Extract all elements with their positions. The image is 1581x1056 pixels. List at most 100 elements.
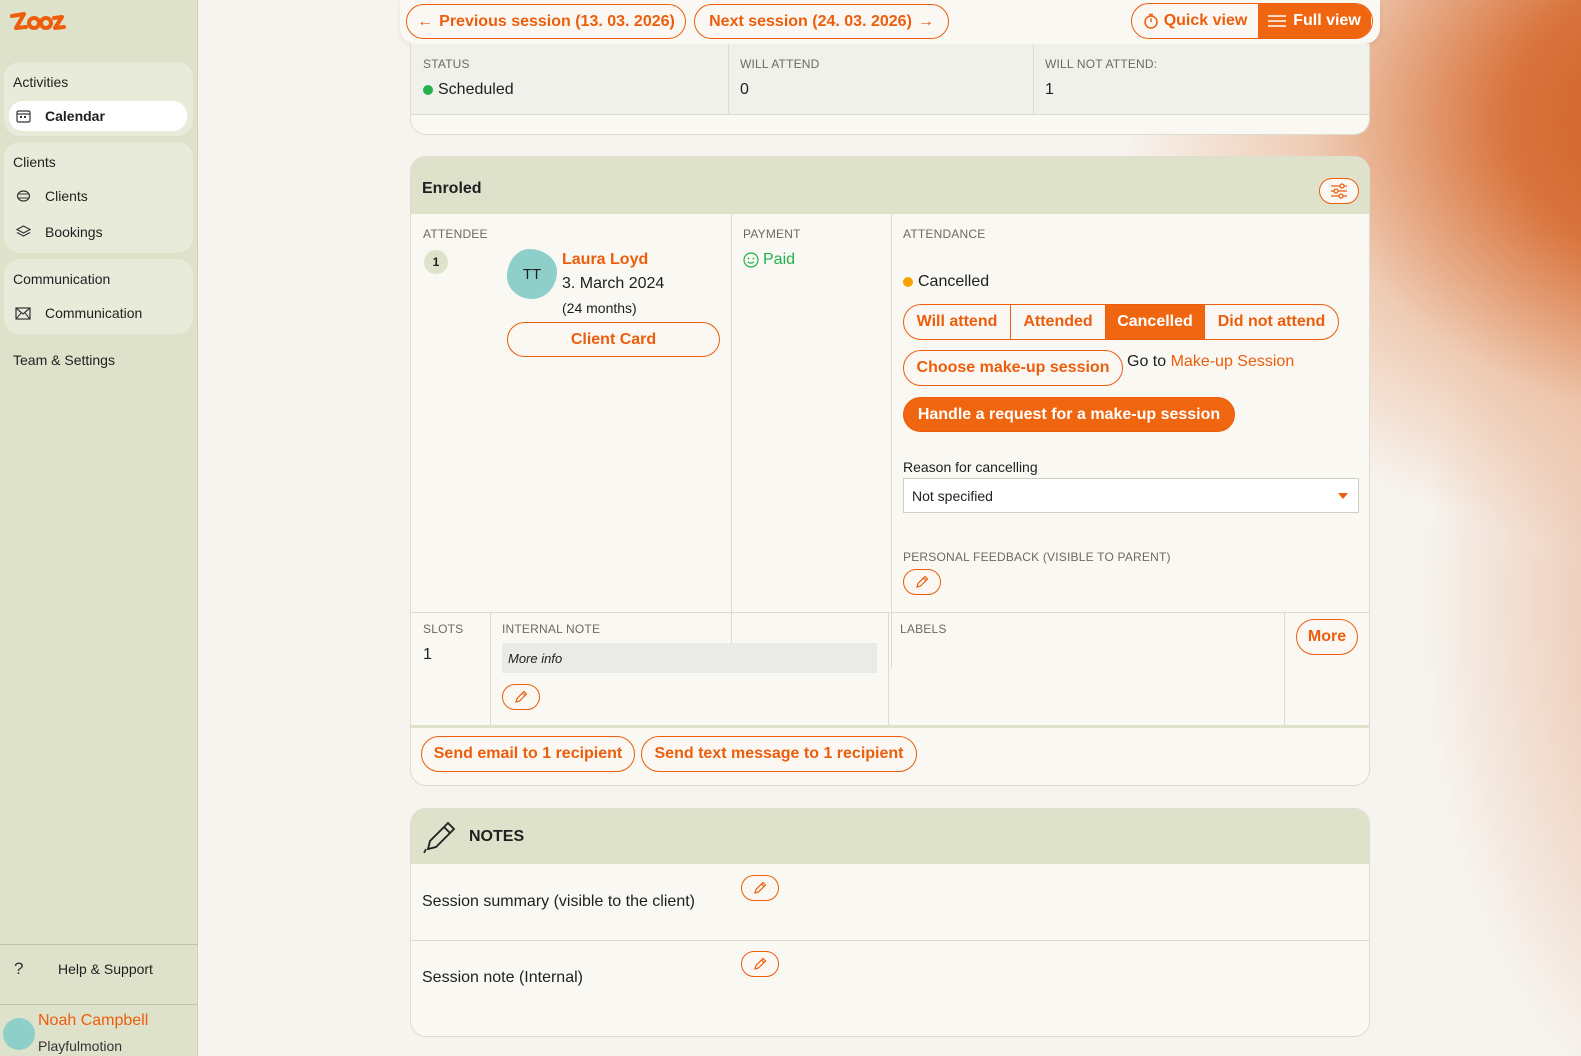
attendance-status-text: Cancelled	[918, 273, 990, 290]
help-support-link[interactable]: ? Help & Support	[0, 956, 198, 982]
session-summary-label: Session summary (visible to the client)	[422, 893, 695, 910]
filter-settings-button[interactable]	[1319, 178, 1359, 204]
client-card-button[interactable]: Client Card	[507, 322, 720, 357]
nav-group-activities: Activities Calendar	[4, 62, 193, 136]
sidebar-divider	[0, 1004, 198, 1005]
payment-label: PAYMENT	[743, 227, 801, 241]
sidebar-item-label: Communication	[45, 305, 143, 321]
sliders-icon	[1330, 183, 1348, 199]
goto-prefix: Go to	[1127, 353, 1167, 370]
slots-label: SLOTS	[423, 622, 464, 636]
sidebar-item-team-settings[interactable]: Team & Settings	[13, 352, 115, 368]
notes-card: NOTES Session summary (visible to the cl…	[410, 808, 1370, 1037]
will-attend-value: 0	[740, 81, 749, 98]
sidebar-item-communication[interactable]: Communication	[9, 298, 187, 328]
sidebar: Activities Calendar Clients Clients Book…	[0, 0, 198, 1056]
help-label: Help & Support	[58, 961, 153, 977]
divider	[1284, 612, 1285, 725]
edit-feedback-button[interactable]	[903, 569, 941, 595]
will-attend-label: WILL ATTEND	[740, 57, 820, 71]
quick-view-label: Quick view	[1163, 12, 1248, 29]
will-not-attend-value: 1	[1045, 81, 1054, 98]
user-name[interactable]: Noah Campbell	[38, 1012, 148, 1030]
will-not-attend-label: WILL NOT ATTEND:	[1045, 57, 1158, 71]
pencil-icon	[752, 880, 768, 896]
status-text: Scheduled	[438, 81, 514, 98]
sidebar-item-clients[interactable]: Clients	[9, 181, 187, 211]
clients-icon	[15, 188, 31, 204]
attended-option[interactable]: Attended	[1011, 305, 1106, 339]
handle-makeup-request-button[interactable]: Handle a request for a make-up session	[903, 397, 1235, 432]
quick-view-button[interactable]: Quick view	[1132, 4, 1258, 38]
payment-status-text: Paid	[763, 251, 796, 268]
arrow-right-icon: →	[917, 12, 934, 30]
more-button[interactable]: More	[1296, 619, 1358, 655]
attendee-name-link[interactable]: Laura Loyd	[562, 251, 648, 269]
divider	[728, 44, 729, 114]
send-email-button[interactable]: Send email to 1 recipient	[421, 736, 635, 772]
arrow-left-icon: ←	[417, 12, 434, 30]
full-view-label: Full view	[1293, 12, 1361, 29]
internal-note-value: More info	[502, 643, 877, 673]
send-text-button[interactable]: Send text message to 1 recipient	[641, 736, 917, 772]
sidebar-item-calendar[interactable]: Calendar	[9, 101, 187, 131]
attendee-birthdate: 3. March 2024	[562, 275, 665, 292]
summary-row	[411, 44, 1369, 114]
pencil-icon	[513, 689, 529, 705]
timer-icon	[1143, 13, 1159, 29]
sidebar-item-label: Calendar	[45, 108, 105, 124]
status-label: STATUS	[423, 57, 470, 71]
nav-group-communication: Communication Communication	[4, 259, 193, 334]
sidebar-divider	[0, 944, 198, 945]
full-view-button[interactable]: Full view	[1258, 4, 1371, 38]
pencil-icon	[752, 956, 768, 972]
edit-internal-note-button[interactable]	[502, 684, 540, 710]
divider	[411, 612, 1369, 613]
notes-title: NOTES	[469, 828, 525, 845]
choose-makeup-button[interactable]: Choose make-up session	[903, 350, 1123, 386]
labels-label: LABELS	[900, 622, 947, 636]
avatar[interactable]: TT	[507, 249, 557, 299]
session-summary-card: STATUS Scheduled WILL ATTEND 0 WILL NOT …	[410, 44, 1370, 135]
attendance-label: ATTENDANCE	[903, 227, 986, 241]
avatar[interactable]	[3, 1018, 35, 1050]
next-session-button[interactable]: Next session (24. 03. 2026) →	[694, 4, 949, 39]
attendee-label: ATTENDEE	[423, 227, 488, 241]
enroled-header	[411, 157, 1369, 214]
edit-session-note-button[interactable]	[741, 951, 779, 977]
layers-icon	[15, 224, 31, 240]
zooza-logo[interactable]	[10, 8, 68, 36]
will-attend-option[interactable]: Will attend	[904, 305, 1011, 339]
sidebar-item-label: Clients	[45, 188, 88, 204]
session-note-label: Session note (Internal)	[422, 969, 583, 986]
divider	[731, 214, 732, 669]
previous-session-button[interactable]: ← Previous session (13. 03. 2026)	[406, 4, 686, 39]
envelope-icon	[15, 305, 31, 321]
divider	[888, 612, 889, 725]
reason-selected-value: Not specified	[912, 487, 993, 504]
status-dot-icon	[423, 85, 433, 95]
reason-label: Reason for cancelling	[903, 459, 1038, 475]
pencil-icon	[422, 819, 458, 855]
attendance-segmented-control: Will attend Attended Cancelled Did not a…	[903, 304, 1339, 340]
divider	[891, 214, 892, 669]
nav-group-clients: Clients Clients Bookings	[4, 142, 193, 253]
user-org: Playfulmotion	[38, 1038, 123, 1054]
did-not-attend-option[interactable]: Did not attend	[1205, 305, 1338, 339]
previous-session-label: Previous session (13. 03. 2026)	[439, 12, 675, 30]
nav-group-title: Clients	[13, 154, 56, 170]
makeup-session-link[interactable]: Make-up Session	[1171, 353, 1295, 370]
divider	[490, 612, 491, 725]
status-dot-icon	[903, 277, 913, 287]
attendance-status: Cancelled	[903, 273, 989, 291]
sidebar-item-bookings[interactable]: Bookings	[9, 217, 187, 247]
status-value: Scheduled	[423, 81, 514, 99]
attendee-age: (24 months)	[562, 300, 637, 316]
chevron-down-icon	[1338, 493, 1348, 499]
divider	[1033, 44, 1034, 114]
enroled-card: Enroled ATTENDEE 1 TT Laura Loyd 3. Marc…	[410, 156, 1370, 786]
smile-icon	[743, 252, 759, 268]
edit-session-summary-button[interactable]	[741, 875, 779, 901]
cancelled-option[interactable]: Cancelled	[1106, 305, 1205, 339]
reason-select[interactable]: Not specified	[903, 478, 1359, 513]
